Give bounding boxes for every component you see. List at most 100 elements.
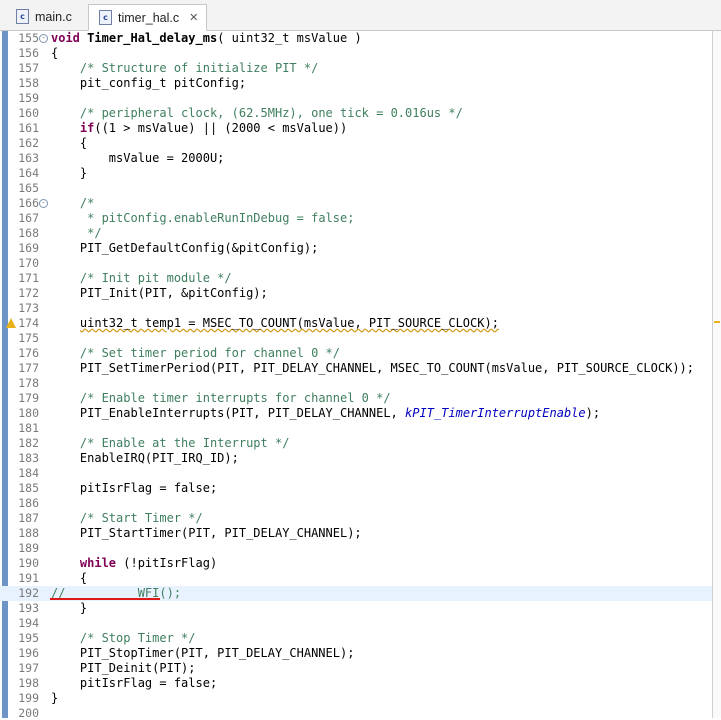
line-number: 170 xyxy=(18,256,39,270)
code-line[interactable]: 189 xyxy=(0,541,712,556)
code-line[interactable]: 172 PIT_Init(PIT, &pitConfig); xyxy=(0,286,712,301)
code-line[interactable]: 168 */ xyxy=(0,226,712,241)
code-line[interactable]: 164 } xyxy=(0,166,712,181)
code-text[interactable]: } xyxy=(51,691,58,706)
code-line[interactable]: 160 /* peripheral clock, (62.5MHz), one … xyxy=(0,106,712,121)
code-text[interactable]: } xyxy=(51,166,87,181)
code-line[interactable]: 199} xyxy=(0,691,712,706)
code-text[interactable]: uint32_t temp1 = MSEC_TO_COUNT(msValue, … xyxy=(51,316,499,331)
code-text[interactable]: */ xyxy=(51,226,101,241)
code-text[interactable]: pitIsrFlag = false; xyxy=(51,676,217,691)
code-line[interactable]: 156 { xyxy=(0,46,712,61)
code-line[interactable]: 179 /* Enable timer interrupts for chann… xyxy=(0,391,712,406)
code-line[interactable]: 157 /* Structure of initialize PIT */ xyxy=(0,61,712,76)
code-line[interactable]: 175 xyxy=(0,331,712,346)
code-text[interactable]: } xyxy=(51,601,87,616)
code-text[interactable]: PIT_GetDefaultConfig(&pitConfig); xyxy=(51,241,318,256)
code-line[interactable]: 159 xyxy=(0,91,712,106)
code-text[interactable]: { xyxy=(51,571,87,586)
tab-timer-hal-c[interactable]: c timer_hal.c ✕ xyxy=(88,4,208,31)
code-text[interactable]: /* xyxy=(51,196,94,211)
code-line[interactable]: 167 * pitConfig.enableRunInDebug = false… xyxy=(0,211,712,226)
line-number: 186 xyxy=(18,496,39,510)
tab-main-c[interactable]: c main.c xyxy=(6,4,80,29)
line-number: 167 xyxy=(18,211,39,225)
code-text[interactable]: { xyxy=(51,46,58,61)
code-line[interactable]: 163 msValue = 2000U; xyxy=(0,151,712,166)
code-text[interactable]: * pitConfig.enableRunInDebug = false; xyxy=(51,211,354,226)
code-line[interactable]: 166- /* xyxy=(0,196,712,211)
code-line[interactable]: 162 { xyxy=(0,136,712,151)
line-number: 196 xyxy=(18,646,39,660)
code-text[interactable]: /* Stop Timer */ xyxy=(51,631,196,646)
code-line[interactable]: 182 /* Enable at the Interrupt */ xyxy=(0,436,712,451)
code-line[interactable]: 176 /* Set timer period for channel 0 */ xyxy=(0,346,712,361)
code-line[interactable]: 178 xyxy=(0,376,712,391)
code-line[interactable]: 190 while (!pitIsrFlag) xyxy=(0,556,712,571)
code-line[interactable]: 187 /* Start Timer */ xyxy=(0,511,712,526)
code-line[interactable]: 171 /* Init pit module */ xyxy=(0,271,712,286)
code-text[interactable]: PIT_Deinit(PIT); xyxy=(51,661,196,676)
line-number: 191 xyxy=(18,571,39,585)
code-line[interactable]: 197 PIT_Deinit(PIT); xyxy=(0,661,712,676)
code-line[interactable]: 158 pit_config_t pitConfig; xyxy=(0,76,712,91)
warning-marker[interactable] xyxy=(714,321,720,323)
code-text[interactable]: /* Enable timer interrupts for channel 0… xyxy=(51,391,391,406)
code-line[interactable]: 170 xyxy=(0,256,712,271)
code-text[interactable]: /* Enable at the Interrupt */ xyxy=(51,436,290,451)
line-number: 197 xyxy=(18,661,39,675)
code-line[interactable]: 185 pitIsrFlag = false; xyxy=(0,481,712,496)
code-line[interactable]: 174 uint32_t temp1 = MSEC_TO_COUNT(msVal… xyxy=(0,316,712,331)
code-line[interactable]: 173 xyxy=(0,301,712,316)
code-text[interactable]: void Timer_Hal_delay_ms( uint32_t msValu… xyxy=(51,31,362,46)
code-text[interactable]: PIT_EnableInterrupts(PIT, PIT_DELAY_CHAN… xyxy=(51,406,600,421)
line-number: 165 xyxy=(18,181,39,195)
code-line[interactable]: 161 if((1 > msValue) || (2000 < msValue)… xyxy=(0,121,712,136)
code-line[interactable]: 184 xyxy=(0,466,712,481)
code-line[interactable]: 193 } xyxy=(0,601,712,616)
overview-ruler[interactable] xyxy=(713,31,721,718)
code-text[interactable]: /* Init pit module */ xyxy=(51,271,232,286)
fold-toggle-icon[interactable]: - xyxy=(39,199,48,208)
code-line[interactable]: 195 /* Stop Timer */ xyxy=(0,631,712,646)
code-text[interactable]: PIT_Init(PIT, &pitConfig); xyxy=(51,286,268,301)
code-line[interactable]: 180 PIT_EnableInterrupts(PIT, PIT_DELAY_… xyxy=(0,406,712,421)
code-line[interactable]: 191 { xyxy=(0,571,712,586)
line-number: 181 xyxy=(18,421,39,435)
code-text[interactable]: PIT_SetTimerPeriod(PIT, PIT_DELAY_CHANNE… xyxy=(51,361,694,376)
code-text[interactable]: PIT_StopTimer(PIT, PIT_DELAY_CHANNEL); xyxy=(51,646,355,661)
code-text[interactable]: msValue = 2000U; xyxy=(51,151,225,166)
code-line[interactable]: 177 PIT_SetTimerPeriod(PIT, PIT_DELAY_CH… xyxy=(0,361,712,376)
line-number: 182 xyxy=(18,436,39,450)
code-line[interactable]: 155- void Timer_Hal_delay_ms( uint32_t ms… xyxy=(0,31,712,46)
code-line[interactable]: 200 xyxy=(0,706,712,718)
code-text[interactable]: pit_config_t pitConfig; xyxy=(51,76,246,91)
code-editor[interactable]: 155- void Timer_Hal_delay_ms( uint32_t ms… xyxy=(0,31,713,718)
code-text[interactable]: /* peripheral clock, (62.5MHz), one tick… xyxy=(51,106,463,121)
code-line[interactable]: 181 xyxy=(0,421,712,436)
code-line[interactable]: 183 EnableIRQ(PIT_IRQ_ID); xyxy=(0,451,712,466)
code-text[interactable]: EnableIRQ(PIT_IRQ_ID); xyxy=(51,451,239,466)
line-number: 194 xyxy=(18,616,39,630)
line-number: 188 xyxy=(18,526,39,540)
code-text[interactable]: /* Set timer period for channel 0 */ xyxy=(51,346,340,361)
code-text[interactable]: pitIsrFlag = false; xyxy=(51,481,217,496)
code-line[interactable]: 165 xyxy=(0,181,712,196)
code-text[interactable]: if((1 > msValue) || (2000 < msValue)) xyxy=(51,121,347,136)
line-number: 173 xyxy=(18,301,39,315)
code-text[interactable]: /* Start Timer */ xyxy=(51,511,203,526)
code-line[interactable]: 194 xyxy=(0,616,712,631)
code-text[interactable]: { xyxy=(51,136,87,151)
fold-toggle-icon[interactable]: - xyxy=(39,34,48,43)
code-text[interactable]: PIT_StartTimer(PIT, PIT_DELAY_CHANNEL); xyxy=(51,526,362,541)
line-number: 164 xyxy=(18,166,39,180)
code-line[interactable]: 169 PIT_GetDefaultConfig(&pitConfig); xyxy=(0,241,712,256)
code-text[interactable]: /* Structure of initialize PIT */ xyxy=(51,61,318,76)
code-line[interactable]: 198 pitIsrFlag = false; xyxy=(0,676,712,691)
code-line[interactable]: 196 PIT_StopTimer(PIT, PIT_DELAY_CHANNEL… xyxy=(0,646,712,661)
code-line[interactable]: 188 PIT_StartTimer(PIT, PIT_DELAY_CHANNE… xyxy=(0,526,712,541)
tab-label: timer_hal.c xyxy=(118,10,180,25)
close-icon[interactable]: ✕ xyxy=(189,11,198,24)
code-text[interactable]: while (!pitIsrFlag) xyxy=(51,556,217,571)
code-line[interactable]: 186 xyxy=(0,496,712,511)
